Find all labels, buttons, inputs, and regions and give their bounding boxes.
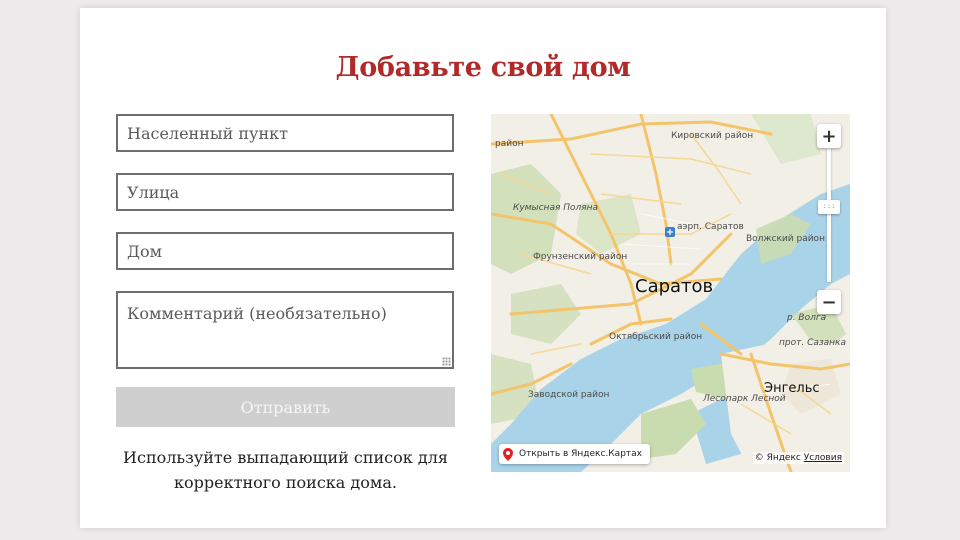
open-in-yandex-maps-label: Открыть в Яндекс.Картах [519, 449, 642, 459]
map-label-kumysnaya: Кумысная Поляна [513, 203, 599, 213]
map-label-raion: район [495, 139, 524, 149]
map-label-kirovsky: Кировский район [671, 131, 754, 141]
house-input[interactable] [116, 232, 454, 270]
street-input[interactable] [116, 173, 454, 211]
map-label-oktyabrsky: Октябрьский район [609, 332, 703, 342]
submit-button[interactable]: Отправить [116, 387, 455, 427]
hint-text: Используйте выпадающий список для коррек… [123, 448, 448, 492]
zoom-slider-handle[interactable]: ::: [818, 200, 840, 214]
map-city-engels: Энгельс [764, 381, 820, 396]
zoom-slider-track[interactable] [827, 148, 831, 282]
map-label-zavodskoy: Заводской район [528, 390, 610, 400]
copyright-text: © Яндекс [754, 453, 801, 463]
map-widget[interactable]: Кировский район район аэрп. Саратов Волж… [491, 114, 850, 472]
open-in-yandex-maps-link[interactable]: Открыть в Яндекс.Картах [499, 444, 650, 464]
map-city-saratov: Саратов [635, 276, 714, 297]
map-label-volga: р. Волга [787, 313, 827, 323]
comment-textarea[interactable] [116, 291, 454, 369]
zoom-in-button[interactable]: + [817, 124, 841, 148]
add-house-card: Добавьте свой дом Отправить Используйте … [80, 8, 886, 528]
map-pin-icon [503, 447, 513, 461]
zoom-out-button[interactable]: − [817, 290, 841, 314]
map-label-volzhsky: Волжский район [746, 234, 825, 244]
page-title: Добавьте свой дом [335, 52, 631, 83]
map-label-airport: аэрп. Саратов [677, 222, 744, 232]
textarea-resize-handle[interactable] [442, 357, 451, 366]
locality-input[interactable] [116, 114, 454, 152]
terms-link[interactable]: Условия [804, 453, 842, 463]
map-label-frunzensky: Фрунзенский район [533, 252, 628, 262]
map-copyright: © Яндекс Условия [752, 452, 844, 464]
map-label-sazanka: прот. Сазанка [779, 338, 847, 348]
